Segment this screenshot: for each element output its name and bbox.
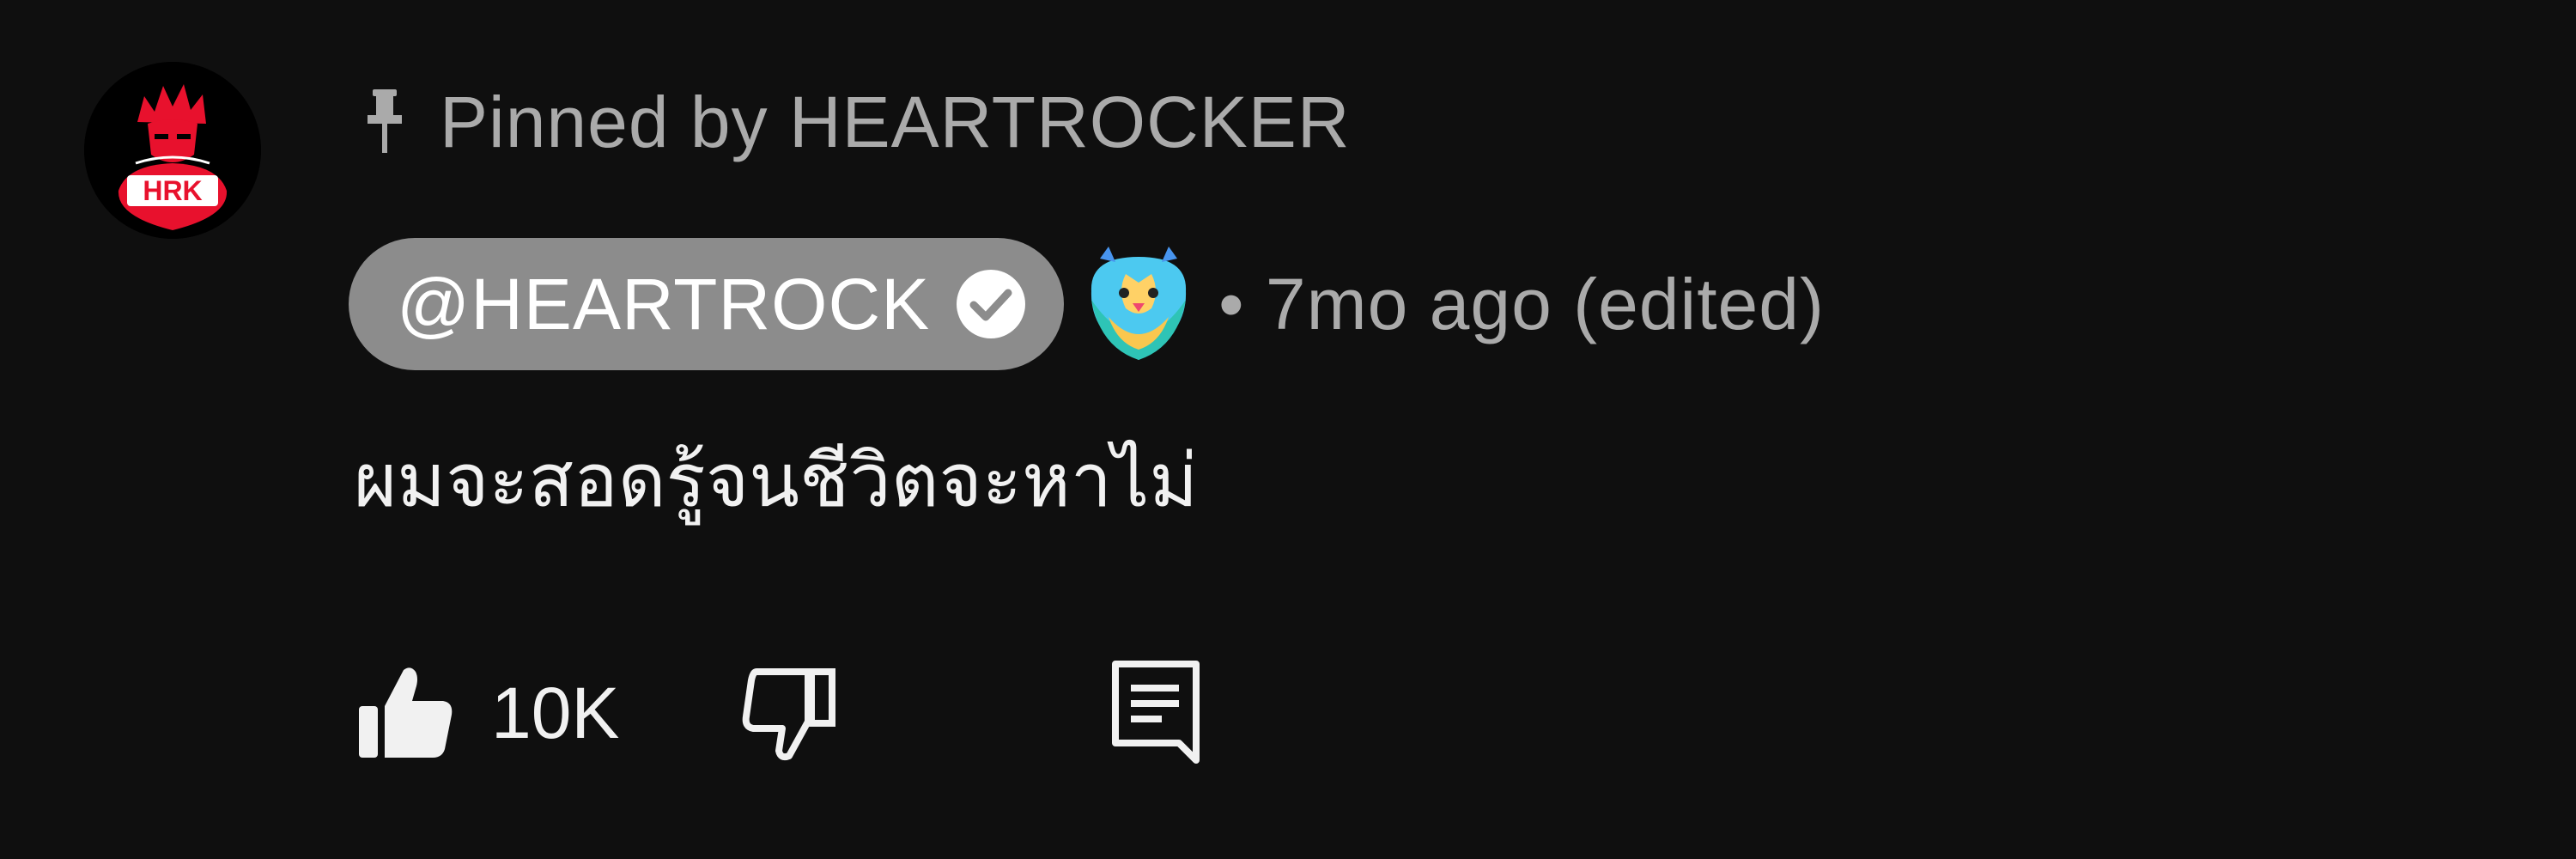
- dislike-button[interactable]: [739, 661, 842, 765]
- hrk-avatar-logo: HRK: [84, 62, 261, 239]
- pin-icon: [361, 83, 421, 161]
- verified-check-icon: [952, 265, 1030, 343]
- like-button[interactable]: 10K: [354, 661, 619, 765]
- like-count: 10K: [491, 672, 620, 753]
- comment-timestamp[interactable]: • 7mo ago (edited): [1218, 263, 1825, 346]
- member-badge-icon: [1074, 240, 1203, 369]
- reply-icon: [1109, 657, 1203, 769]
- author-handle[interactable]: @HEARTROCK: [397, 263, 930, 346]
- avatar-label: HRK: [143, 175, 202, 206]
- author-chip[interactable]: @HEARTROCK: [349, 238, 1065, 370]
- pinned-indicator: Pinned by HEARTROCKER: [361, 79, 1351, 165]
- comment-text: ผมจะสอดรู้จนชีวิตจะหาไม่: [354, 438, 1199, 524]
- author-row: @HEARTROCK • 7mo ago (edited): [349, 237, 1825, 371]
- thumb-down-icon: [739, 661, 842, 765]
- pinned-label: Pinned by HEARTROCKER: [440, 81, 1351, 162]
- avatar[interactable]: HRK: [84, 62, 261, 239]
- reply-button[interactable]: [1109, 657, 1203, 769]
- comment-thread: HRK Pinned by HEARTROCKER @HEARTROCK • 7…: [0, 0, 2576, 859]
- comment-actions: 10K: [354, 653, 1203, 773]
- thumb-up-icon: [354, 661, 457, 765]
